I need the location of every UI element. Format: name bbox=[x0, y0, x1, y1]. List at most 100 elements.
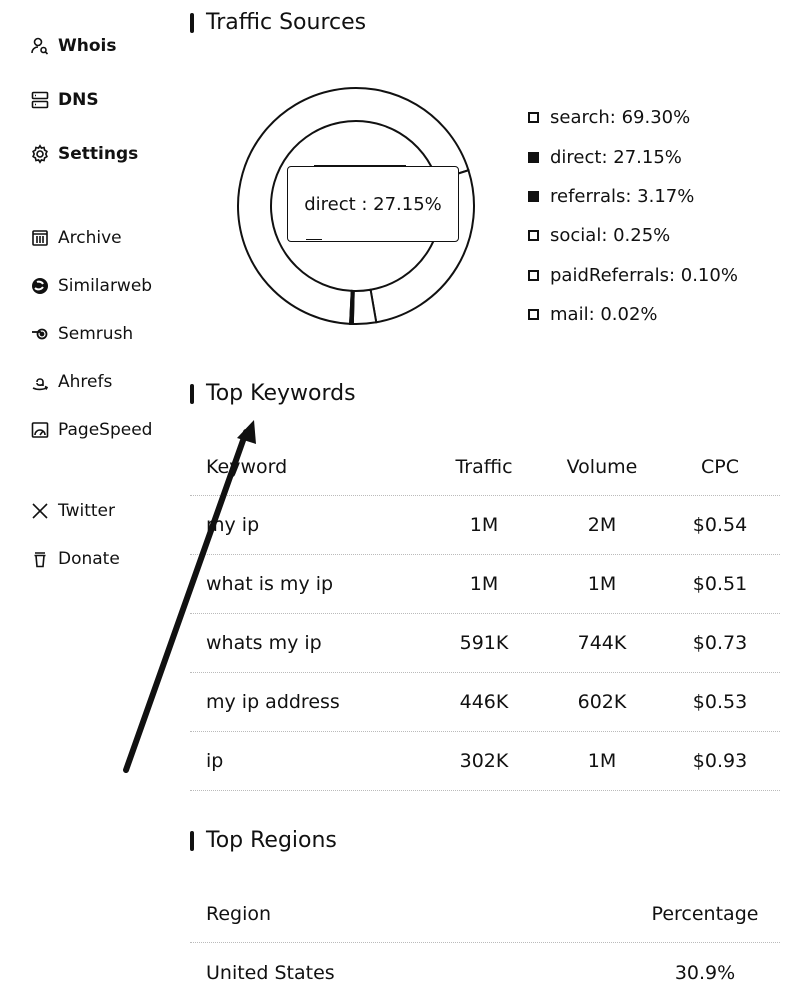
legend-label: social: 0.25% bbox=[550, 225, 671, 247]
sidebar-item-label: PageSpeed bbox=[58, 420, 153, 440]
top-keywords-heading: Top Keywords bbox=[190, 381, 356, 406]
top-regions-title: Top Regions bbox=[206, 828, 337, 853]
sidebar-item-similarweb[interactable]: Similarweb bbox=[30, 276, 152, 296]
table-row: my ip address 446K 602K $0.53 bbox=[190, 673, 780, 732]
heading-accent-bar bbox=[190, 383, 194, 404]
sidebar-item-semrush[interactable]: Semrush bbox=[30, 324, 133, 344]
traffic-cell: 1M bbox=[469, 514, 499, 536]
legend-label: search: 69.30% bbox=[550, 107, 691, 129]
keyword-cell: my ip address bbox=[206, 691, 340, 713]
keyword-cell: what is my ip bbox=[206, 573, 334, 595]
legend-label: paidReferrals: 0.10% bbox=[550, 264, 738, 286]
tooltip-line bbox=[306, 239, 322, 240]
sidebar-item-dns[interactable]: DNS bbox=[30, 90, 99, 110]
heading-accent-bar bbox=[190, 12, 194, 33]
legend-swatch bbox=[528, 190, 539, 202]
top-keywords-title: Top Keywords bbox=[206, 381, 356, 406]
sidebar-item-archive[interactable]: Archive bbox=[30, 228, 122, 248]
sidebar-item-label: Whois bbox=[58, 36, 117, 56]
legend-swatch bbox=[528, 269, 539, 281]
sidebar-item-settings[interactable]: Settings bbox=[30, 144, 138, 164]
table-row: United States 30.9% bbox=[190, 943, 780, 1002]
cpc-cell: $0.73 bbox=[692, 632, 748, 654]
sidebar-item-whois[interactable]: Whois bbox=[30, 36, 116, 56]
traffic-cell: 591K bbox=[459, 632, 509, 654]
sidebar-item-label: DNS bbox=[58, 90, 99, 110]
traffic-sources-title: Traffic Sources bbox=[206, 10, 367, 35]
sidebar-item-label: Ahrefs bbox=[58, 372, 113, 392]
cup-icon bbox=[30, 549, 50, 569]
cpc-cell: $0.51 bbox=[692, 573, 748, 595]
percentage-cell: 30.9% bbox=[674, 961, 736, 984]
table-row: ip 302K 1M $0.93 bbox=[190, 732, 780, 791]
keyword-cell: ip bbox=[206, 750, 224, 772]
column-header-volume: Volume bbox=[566, 455, 638, 478]
sidebar-item-label: Settings bbox=[58, 144, 139, 164]
traffic-cell: 302K bbox=[459, 750, 509, 772]
legend-swatch bbox=[528, 230, 539, 242]
legend-item-mail[interactable]: mail: 0.02% bbox=[528, 295, 738, 334]
sidebar-item-donate[interactable]: Donate bbox=[30, 549, 120, 569]
column-header-percentage: Percentage bbox=[651, 902, 759, 925]
keywords-table: Keyword Traffic Volume CPC my ip 1M 2M $… bbox=[190, 438, 780, 791]
sidebar-item-pagespeed[interactable]: PageSpeed bbox=[30, 420, 152, 440]
region-cell: United States bbox=[206, 961, 335, 984]
traffic-cell: 1M bbox=[469, 573, 499, 595]
volume-cell: 1M bbox=[587, 750, 617, 772]
top-regions-heading: Top Regions bbox=[190, 828, 337, 853]
sidebar-item-label: Semrush bbox=[58, 324, 134, 344]
volume-cell: 2M bbox=[587, 514, 617, 536]
column-header-keyword: Keyword bbox=[206, 455, 288, 478]
heading-accent-bar bbox=[190, 830, 194, 851]
sidebar-item-twitter[interactable]: Twitter bbox=[30, 501, 115, 521]
table-row: my ip 1M 2M $0.54 bbox=[190, 496, 780, 555]
legend-item-paidreferrals[interactable]: paidReferrals: 0.10% bbox=[528, 256, 738, 295]
traffic-sources-heading: Traffic Sources bbox=[190, 10, 366, 35]
traffic-cell: 446K bbox=[459, 691, 509, 713]
legend-item-direct[interactable]: direct: 27.15% bbox=[528, 137, 738, 176]
tooltip-text: direct : 27.15% bbox=[304, 193, 442, 215]
cpc-cell: $0.54 bbox=[692, 514, 748, 536]
user-search-icon bbox=[30, 36, 50, 56]
server-icon bbox=[30, 90, 50, 110]
sidebar-item-label: Donate bbox=[58, 549, 120, 569]
keyword-cell: my ip bbox=[206, 514, 260, 536]
table-header-row: Keyword Traffic Volume CPC bbox=[190, 438, 780, 496]
regions-table: Region Percentage United States 30.9% bbox=[190, 885, 780, 1002]
amazon-icon bbox=[30, 372, 50, 392]
legend-label: mail: 0.02% bbox=[550, 304, 658, 326]
semrush-icon bbox=[30, 324, 50, 344]
volume-cell: 602K bbox=[577, 691, 627, 713]
sidebar-item-label: Archive bbox=[58, 228, 122, 248]
keyword-cell: whats my ip bbox=[206, 632, 322, 654]
chart-tooltip: direct : 27.15% bbox=[287, 165, 459, 242]
legend-swatch bbox=[528, 112, 539, 124]
column-header-cpc: CPC bbox=[701, 455, 739, 478]
column-header-traffic: Traffic bbox=[455, 455, 513, 478]
gauge-icon bbox=[30, 420, 50, 440]
cpc-cell: $0.53 bbox=[692, 691, 748, 713]
cpc-cell: $0.93 bbox=[692, 750, 748, 772]
archive-icon bbox=[30, 228, 50, 248]
volume-cell: 744K bbox=[577, 632, 627, 654]
volume-cell: 1M bbox=[587, 573, 617, 595]
table-row: what is my ip 1M 1M $0.51 bbox=[190, 555, 780, 614]
legend-swatch bbox=[528, 309, 539, 321]
x-icon bbox=[30, 501, 50, 521]
sidebar: Whois DNS Settings Archive Similarweb Se… bbox=[0, 0, 180, 1004]
legend-item-search[interactable]: search: 69.30% bbox=[528, 98, 738, 137]
column-header-region: Region bbox=[206, 902, 272, 925]
legend-item-social[interactable]: social: 0.25% bbox=[528, 216, 738, 255]
legend-item-referrals[interactable]: referrals: 3.17% bbox=[528, 177, 738, 216]
legend-swatch bbox=[528, 151, 539, 163]
sidebar-item-ahrefs[interactable]: Ahrefs bbox=[30, 372, 112, 392]
similarweb-icon bbox=[30, 276, 50, 296]
tooltip-line bbox=[314, 165, 406, 166]
traffic-legend: search: 69.30% direct: 27.15% referrals:… bbox=[528, 98, 738, 334]
sidebar-item-label: Similarweb bbox=[58, 276, 153, 296]
legend-label: direct: 27.15% bbox=[550, 146, 682, 168]
table-row: whats my ip 591K 744K $0.73 bbox=[190, 614, 780, 673]
gear-icon bbox=[30, 144, 50, 164]
table-header-row: Region Percentage bbox=[190, 885, 780, 943]
legend-label: referrals: 3.17% bbox=[550, 185, 695, 207]
